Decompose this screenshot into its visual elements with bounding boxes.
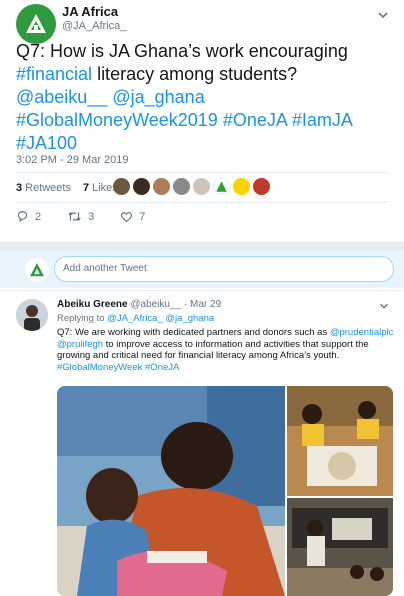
ja-logo-icon: [216, 181, 227, 192]
text-segment: Q7: How is JA Ghana’s work encouraging: [16, 41, 348, 61]
like-button[interactable]: 7: [120, 210, 145, 223]
ja-africa-avatar[interactable]: [16, 4, 56, 44]
author-handle[interactable]: @JA_Africa_: [62, 20, 126, 32]
liker-avatar[interactable]: [233, 178, 250, 195]
text-line: #financial literacy among students?: [16, 63, 394, 86]
liker-avatar[interactable]: [173, 178, 190, 195]
heart-icon: [121, 212, 133, 223]
classroom-photo-main[interactable]: [57, 386, 285, 596]
text-segment: to improve access to information and act…: [103, 338, 369, 350]
hashtag-link[interactable]: #IamJA: [292, 110, 353, 130]
retweets-stat[interactable]: 3 Retweets: [16, 182, 71, 194]
abeiku-avatar[interactable]: [16, 299, 48, 331]
reply-date[interactable]: Mar 29: [190, 299, 221, 310]
ja-logo-icon: [30, 263, 44, 277]
divider: [0, 290, 404, 291]
liker-avatars: [113, 178, 270, 195]
compose-reply-bar: Add another Tweet: [0, 250, 404, 288]
reply-header: Abeiku Greene @abeiku__ · Mar 29: [57, 299, 221, 310]
add-tweet-input[interactable]: Add another Tweet: [54, 256, 394, 282]
liker-avatar[interactable]: [133, 178, 150, 195]
mention-link[interactable]: @prulifegh: [57, 339, 103, 350]
tweet-timestamp[interactable]: 3:02 PM - 29 Mar 2019: [16, 154, 129, 166]
text-line: #GlobalMoneyWeek #OneJA: [57, 362, 397, 374]
reply-author-name[interactable]: Abeiku Greene: [57, 299, 128, 310]
liker-avatar[interactable]: [213, 178, 230, 195]
text-line: Q7: How is JA Ghana’s work encouraging: [16, 40, 394, 63]
mention-link[interactable]: @abeiku__: [16, 87, 107, 107]
reply-button[interactable]: 2: [16, 210, 41, 223]
mention-link[interactable]: @prudentialplc: [330, 327, 394, 338]
person-photo: [16, 299, 48, 331]
hashtag-link[interactable]: #GlobalMoneyWeek: [57, 362, 142, 373]
liker-avatar[interactable]: [253, 178, 270, 195]
replying-prefix: Replying to: [57, 313, 105, 324]
replying-to: Replying to @JA_Africa_ @ja_ghana: [57, 313, 214, 324]
classroom-photo-top-right[interactable]: [287, 386, 393, 496]
dot-separator: ·: [183, 299, 188, 310]
liker-avatar[interactable]: [113, 178, 130, 195]
hashtag-link[interactable]: #OneJA: [223, 110, 287, 130]
classroom-photo-bottom-right[interactable]: [287, 498, 393, 596]
like-count: 7: [139, 210, 146, 223]
text-line: #GlobalMoneyWeek2019 #OneJA #IamJA: [16, 109, 394, 132]
hashtag-link[interactable]: #GlobalMoneyWeek2019: [16, 110, 218, 130]
text-line: Q7: We are working with dedicated partne…: [57, 327, 397, 339]
text-line: growing and critical need for financial …: [57, 350, 397, 362]
liker-avatar[interactable]: [153, 178, 170, 195]
mention-link[interactable]: @ja_ghana: [112, 87, 204, 107]
text-line: #JA100: [16, 132, 394, 155]
ja-logo-icon: [26, 14, 46, 33]
photo-grid[interactable]: [57, 386, 393, 596]
chevron-down-icon[interactable]: [376, 8, 390, 22]
text-segment: Q7: We are working with dedicated partne…: [57, 327, 330, 338]
hashtag-link[interactable]: #OneJA: [145, 362, 179, 373]
section-separator: [0, 242, 404, 250]
liker-avatar[interactable]: [193, 178, 210, 195]
reply-count: 2: [35, 210, 42, 223]
reply-icon: [17, 211, 28, 223]
text-line: @prulifegh to improve access to informat…: [57, 339, 397, 351]
retweets-count: 3: [16, 182, 23, 194]
retweet-count: 3: [88, 210, 95, 223]
tweet-text: Q7: How is JA Ghana’s work encouraging #f…: [16, 40, 394, 155]
divider: [16, 202, 388, 203]
text-segment: growing and critical need for financial …: [57, 350, 340, 361]
hashtag-link[interactable]: #financial: [16, 64, 92, 84]
divider: [16, 172, 388, 173]
retweets-label: Retweets: [25, 182, 71, 194]
reply-text: Q7: We are working with dedicated partne…: [57, 327, 397, 373]
hashtag-link[interactable]: #JA100: [16, 133, 77, 153]
reply-author-handle[interactable]: @abeiku__: [130, 299, 181, 310]
chevron-down-icon[interactable]: [378, 300, 390, 312]
author-name[interactable]: JA Africa: [62, 4, 118, 19]
retweet-button[interactable]: 3: [67, 210, 94, 223]
compose-avatar: [25, 258, 49, 282]
tweet-actions: 2 3 7: [16, 210, 171, 223]
likes-count: 7: [82, 182, 90, 194]
text-segment: literacy among students?: [92, 64, 298, 84]
replying-to-handles[interactable]: @JA_Africa_ @ja_ghana: [107, 313, 214, 324]
retweet-icon: [68, 211, 81, 222]
text-line: @abeiku__ @ja_ghana: [16, 86, 394, 109]
